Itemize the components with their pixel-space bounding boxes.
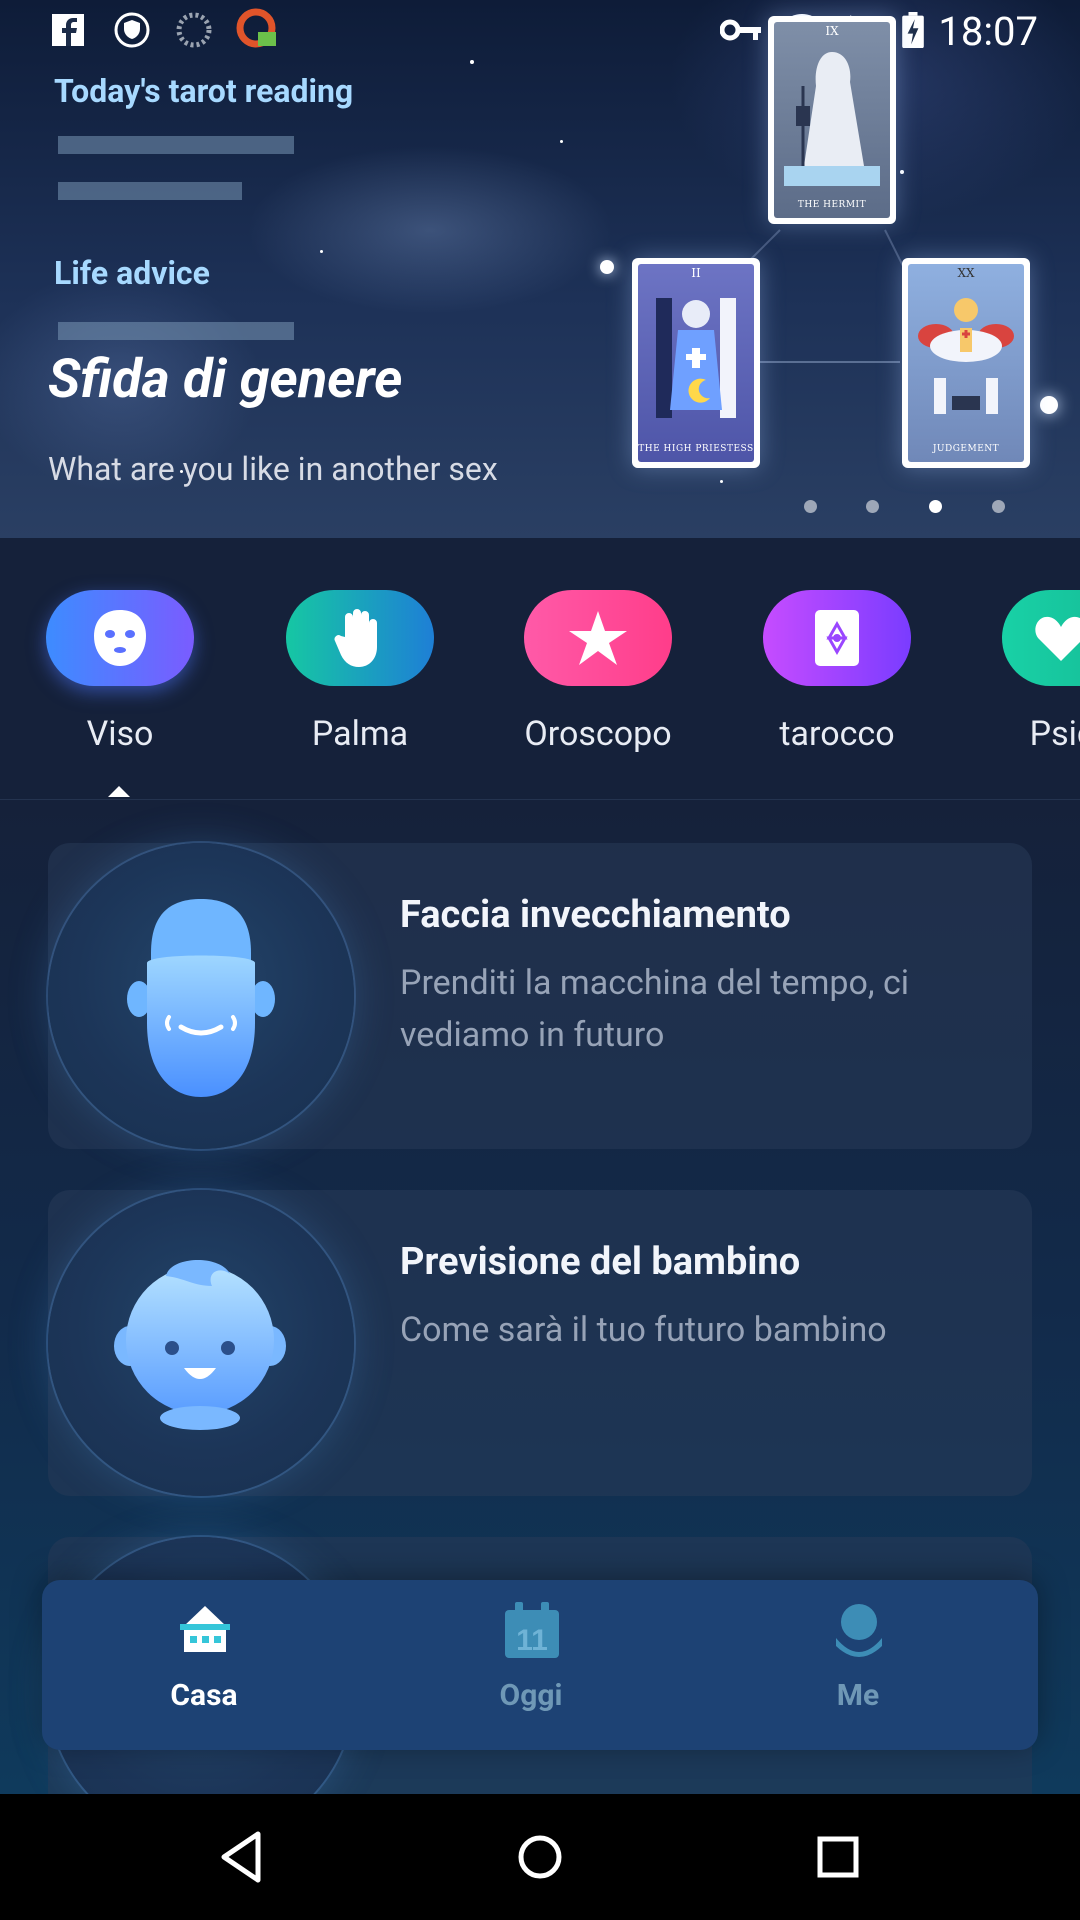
text-placeholder xyxy=(58,322,294,340)
selected-tab-indicator xyxy=(108,786,130,797)
calendar-day-number: 11 xyxy=(516,1624,548,1657)
tarot-card-judgement[interactable]: XX JUDGEMENT xyxy=(902,258,1030,468)
hermit-figure-icon xyxy=(784,52,880,186)
tarot-card-numeral: XX xyxy=(957,266,975,280)
hero-title: Sfida di genere xyxy=(48,348,403,411)
category-label: Viso xyxy=(86,714,154,754)
home-icon xyxy=(180,1606,230,1652)
feature-icon-circle xyxy=(48,843,354,1149)
category-pill[interactable] xyxy=(286,590,434,686)
carousel-dot[interactable] xyxy=(866,500,879,513)
calendar-icon: 11 xyxy=(505,1602,559,1658)
life-advice-label: Life advice xyxy=(54,254,210,292)
carousel-dot[interactable] xyxy=(992,500,1005,513)
tarot-card-name: JUDGEMENT xyxy=(932,444,1000,454)
shield-icon xyxy=(114,12,150,48)
category-pill[interactable] xyxy=(1002,590,1080,686)
category-label: tarocco xyxy=(779,714,895,754)
nav-item-casa[interactable]: Casa xyxy=(94,1580,314,1750)
judgement-figure-icon xyxy=(918,298,1014,414)
priestess-figure-icon xyxy=(656,298,736,418)
category-pill[interactable] xyxy=(763,590,911,686)
loading-icon xyxy=(176,12,212,48)
vpn-app-icon xyxy=(236,8,276,48)
star-icon xyxy=(569,611,627,665)
category-viso[interactable]: Viso xyxy=(46,590,196,754)
tarot-card-high-priestess[interactable]: II THE HIGH PRIESTESS xyxy=(632,258,760,468)
text-placeholder xyxy=(58,182,242,200)
hero-banner[interactable]: 18:07 Today's tarot reading Life advice … xyxy=(0,0,1080,538)
home-button-icon[interactable] xyxy=(505,1822,575,1892)
feature-description: Come sarà il tuo futuro bambino xyxy=(400,1310,887,1350)
feature-title: Faccia invecchiamento xyxy=(400,893,791,937)
text-placeholder xyxy=(58,136,294,154)
battery-charging-icon xyxy=(902,12,924,48)
nav-item-oggi[interactable]: 11 Oggi xyxy=(421,1580,641,1750)
category-label: Psicol xyxy=(1029,714,1080,754)
nav-label: Casa xyxy=(170,1678,238,1713)
category-palma[interactable]: Palma xyxy=(286,590,436,754)
feature-card-baby[interactable]: Previsione del bambino Come sarà il tuo … xyxy=(48,1190,1032,1496)
nav-label: Me xyxy=(836,1678,880,1713)
hero-subtitle: What are you like in another sex xyxy=(48,450,498,488)
category-psicologia[interactable]: Psicol xyxy=(1002,590,1080,754)
status-bar: 18:07 xyxy=(0,0,1080,64)
tarot-reading-label: Today's tarot reading xyxy=(54,72,354,110)
tarot-card-hermit[interactable]: IX THE HERMIT xyxy=(768,16,896,224)
feature-icon-circle xyxy=(48,1190,354,1496)
feature-description: Prenditi la macchina del tempo, ci vedia… xyxy=(400,963,910,1055)
feature-title: Previsione del bambino xyxy=(400,1240,801,1284)
face-mask-icon xyxy=(94,610,146,666)
carousel-dot-active[interactable] xyxy=(929,500,942,513)
category-label: Palma xyxy=(311,714,409,754)
profile-icon xyxy=(836,1604,882,1657)
category-pill[interactable] xyxy=(524,590,672,686)
nav-label: Oggi xyxy=(499,1678,563,1713)
palm-hand-icon xyxy=(334,609,377,667)
key-icon xyxy=(720,19,761,41)
tarot-card-icon xyxy=(815,610,859,666)
tarot-card-name: THE HIGH PRIESTESS xyxy=(638,444,754,454)
tarot-card-numeral: II xyxy=(691,266,701,280)
tarot-card-name: THE HERMIT xyxy=(797,200,867,210)
recents-icon[interactable] xyxy=(803,1822,873,1892)
aging-face-icon xyxy=(127,899,275,1097)
category-oroscopo[interactable]: Oroscopo xyxy=(524,590,674,754)
category-label: Oroscopo xyxy=(524,714,672,754)
feature-card-aging[interactable]: Faccia invecchiamento Prenditi la macchi… xyxy=(48,843,1032,1149)
carousel-indicator xyxy=(804,496,1014,516)
category-tarocco[interactable]: tarocco xyxy=(763,590,913,754)
carousel-dot[interactable] xyxy=(804,500,817,513)
baby-face-icon xyxy=(114,1259,286,1430)
category-pill[interactable] xyxy=(46,590,194,686)
back-icon[interactable] xyxy=(206,1822,276,1892)
tarot-card-numeral: IX xyxy=(825,24,839,38)
heart-icon xyxy=(1035,616,1080,661)
facebook-icon xyxy=(52,14,84,46)
bottom-navigation: Casa 11 Oggi Me xyxy=(42,1580,1038,1750)
status-time: 18:07 xyxy=(938,8,1038,55)
category-tabs: Viso Palma Oroscopo tarocco Psi xyxy=(0,538,1080,800)
nav-item-me[interactable]: Me xyxy=(748,1580,968,1750)
system-navigation-bar xyxy=(0,1794,1080,1920)
